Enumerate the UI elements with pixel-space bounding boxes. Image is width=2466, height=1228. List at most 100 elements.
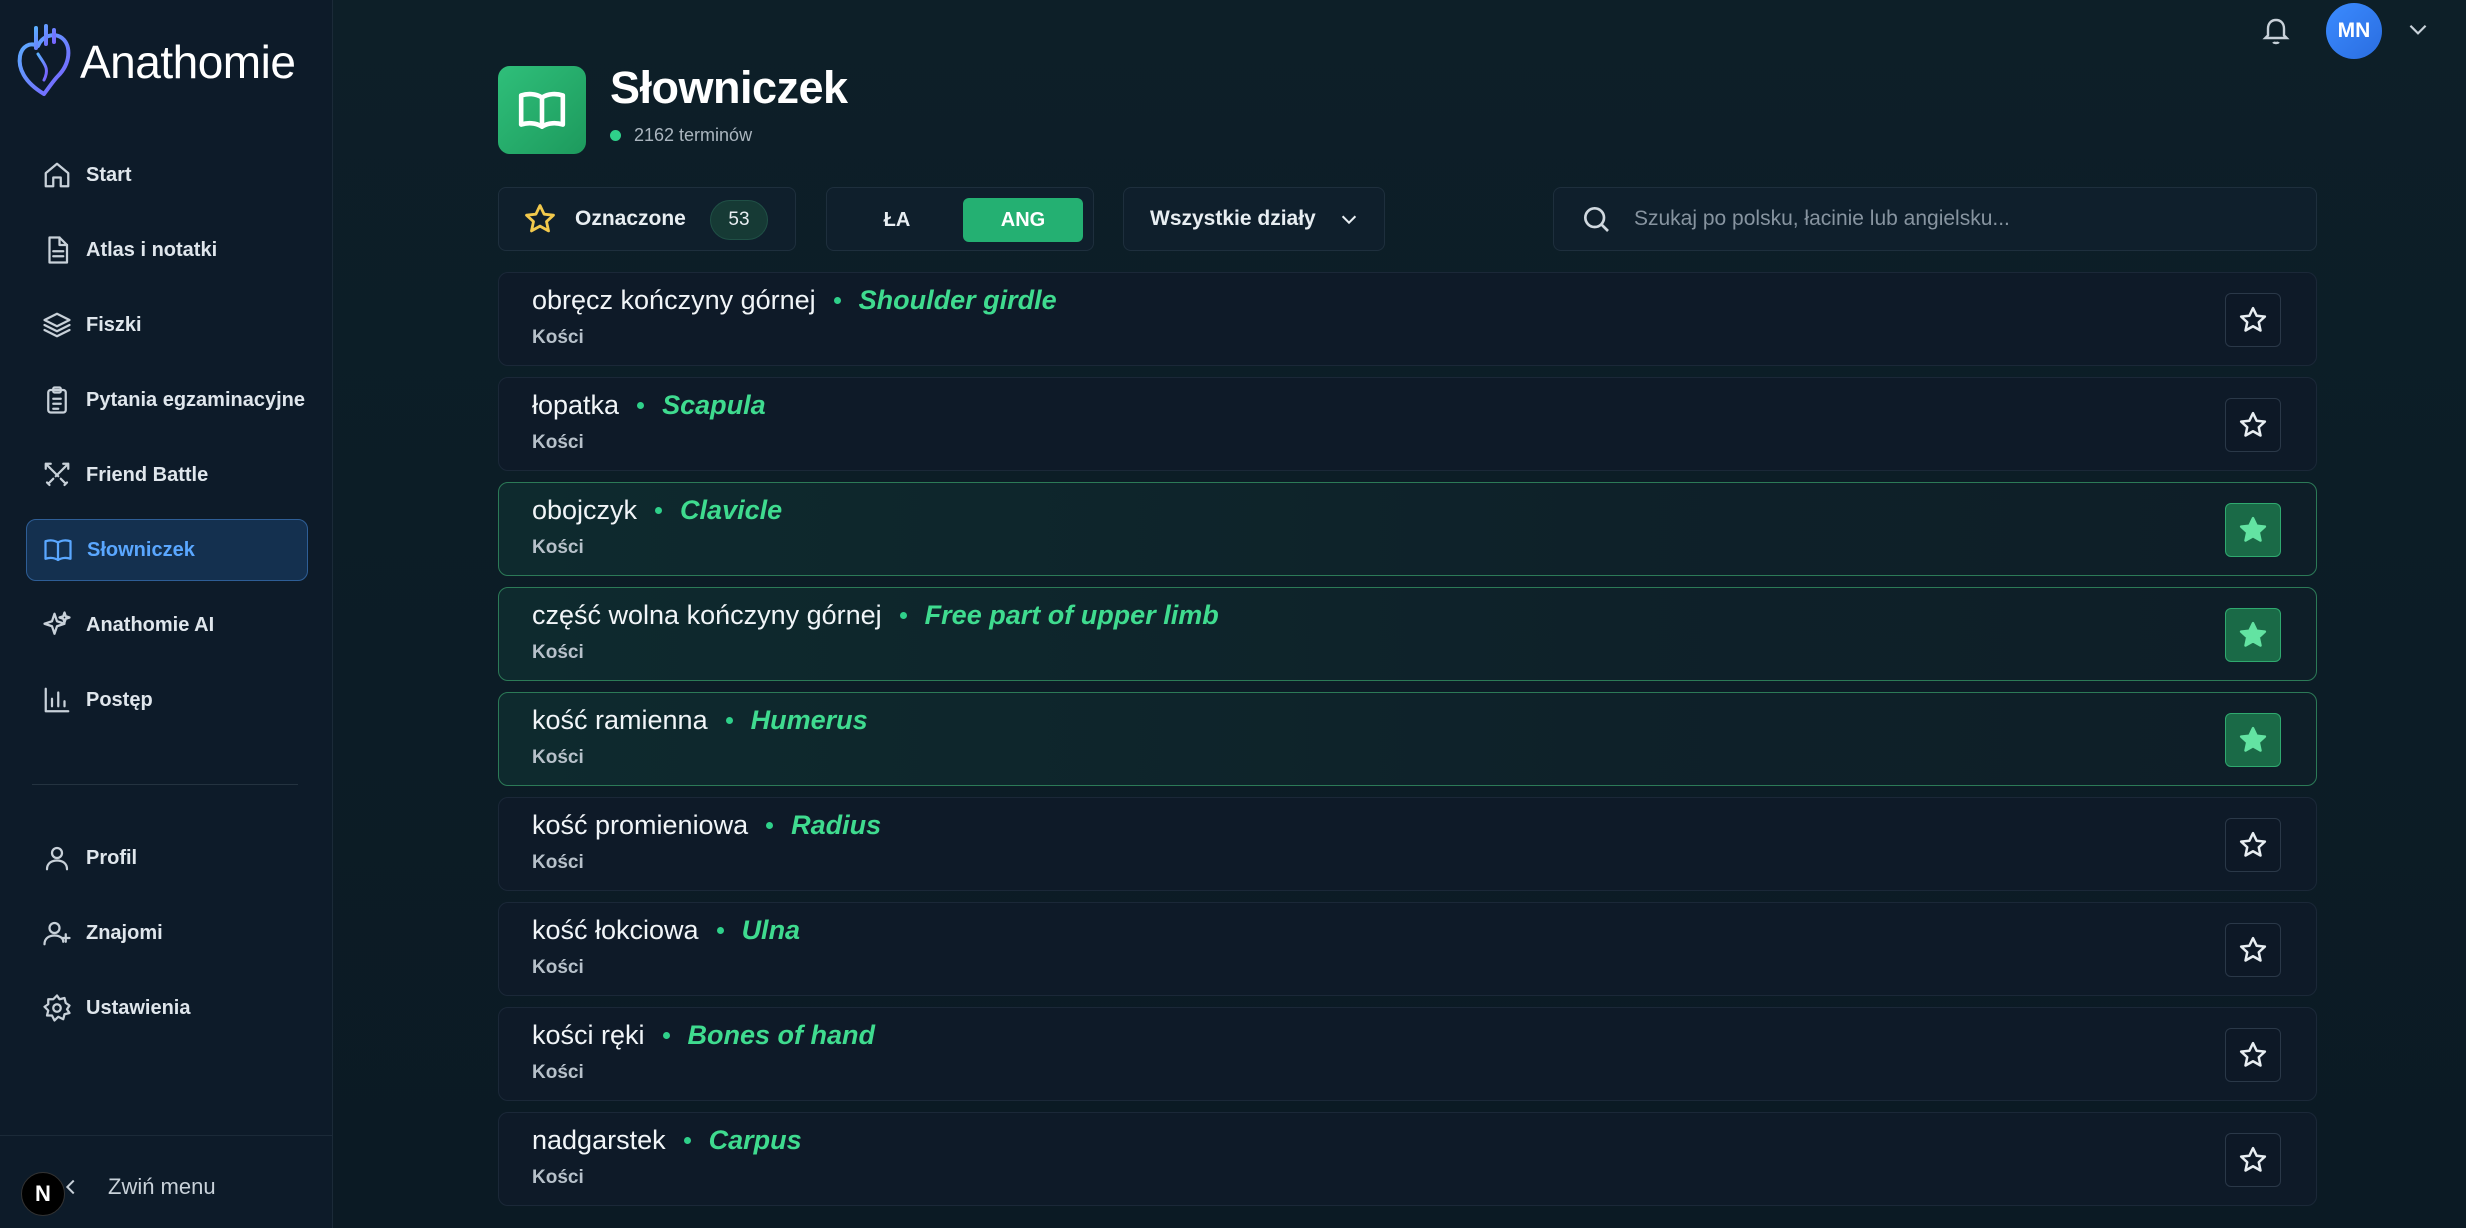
sidebar-item-znajomi[interactable]: Znajomi: [26, 902, 308, 964]
mark-term-button[interactable]: [2225, 398, 2281, 452]
sidebar-item-label: Ustawienia: [86, 996, 191, 1019]
term-names: kości ręki Bones of hand: [532, 1020, 875, 1051]
lang-ang-button[interactable]: ANG: [963, 198, 1083, 242]
chevron-down-icon: [2409, 24, 2427, 35]
term-category: Kości: [532, 642, 584, 663]
notifications-button[interactable]: [2260, 14, 2296, 50]
term-category: Kości: [532, 537, 584, 558]
table-row[interactable]: obręcz kończyny górnej Shoulder girdle Ko…: [498, 272, 2317, 366]
unmark-term-button[interactable]: [2225, 713, 2281, 767]
term-polish: kość ramienna: [532, 705, 708, 735]
table-row[interactable]: łopatka Scapula Kości: [498, 377, 2317, 471]
table-row[interactable]: część wolna kończyny górnej Free part of …: [498, 587, 2317, 681]
term-english: Clavicle: [680, 495, 783, 525]
term-polish: łopatka: [532, 390, 620, 420]
unmark-term-button[interactable]: [2225, 503, 2281, 557]
mark-term-button[interactable]: [2225, 1133, 2281, 1187]
table-row[interactable]: obojczyk Clavicle Kości: [498, 482, 2317, 576]
star-icon: [2239, 831, 2267, 857]
sidebar-item-label: Friend Battle: [86, 463, 209, 486]
account-menu-button[interactable]: [2405, 16, 2433, 44]
gear-icon: [43, 994, 71, 1022]
star-filled-icon: [2239, 516, 2267, 542]
term-names: obojczyk Clavicle: [532, 495, 782, 526]
search-input[interactable]: [1634, 207, 2294, 231]
term-english: Scapula: [662, 390, 766, 420]
term-english: Radius: [791, 810, 882, 840]
status-dot: [610, 130, 621, 141]
sidebar-item-label: Słowniczek: [87, 538, 195, 561]
star-filled-icon: [2239, 621, 2267, 647]
unmark-term-button[interactable]: [2225, 608, 2281, 662]
separator-dot: [833, 297, 841, 304]
separator-dot: [637, 402, 645, 409]
department-select[interactable]: Wszystkie działy: [1123, 187, 1385, 251]
chart-icon: [44, 687, 70, 713]
mark-term-button[interactable]: [2225, 293, 2281, 347]
page-icon: [498, 66, 586, 154]
separator-dot: [662, 1032, 670, 1039]
sidebar-item-anathomie-ai[interactable]: Anathomie AI: [26, 594, 308, 656]
term-english: Free part of upper limb: [924, 600, 1219, 630]
sidebar-item-label: Anathomie AI: [86, 613, 215, 636]
clipboard-icon: [47, 386, 67, 414]
separator-dot: [655, 507, 663, 514]
star-icon: [525, 204, 555, 233]
separator-dot: [899, 612, 907, 619]
sidebar-item-fiszki[interactable]: Fiszki: [26, 294, 308, 356]
sidebar-item-label: Atlas i notatki: [86, 238, 218, 261]
table-row[interactable]: nadgarstek Carpus Kości: [498, 1112, 2317, 1206]
mark-term-button[interactable]: [2225, 818, 2281, 872]
mark-term-button[interactable]: [2225, 1028, 2281, 1082]
star-icon: [2239, 936, 2267, 962]
chevron-left-icon: [65, 1179, 75, 1195]
app-logo[interactable]: Anathomie: [14, 24, 296, 100]
term-count-text: 2162 terminów: [634, 125, 753, 145]
term-polish: nadgarstek: [532, 1125, 666, 1155]
term-names: łopatka Scapula: [532, 390, 766, 421]
mark-term-button[interactable]: [2225, 923, 2281, 977]
lang-la-button[interactable]: ŁA: [837, 198, 957, 242]
term-polish: kość promieniowa: [532, 810, 749, 840]
sidebar-item-start[interactable]: Start: [26, 144, 308, 206]
sidebar-item-profil[interactable]: Profil: [26, 827, 308, 889]
book-icon: [518, 91, 566, 129]
swords-icon: [44, 462, 70, 487]
sidebar-item-pytania[interactable]: Pytania egzaminacyjne: [26, 369, 308, 431]
sidebar-item-ustawienia[interactable]: Ustawienia: [26, 977, 308, 1039]
sidebar-item-label: Start: [86, 163, 132, 186]
marked-filter-button[interactable]: Oznaczone 53: [498, 187, 796, 251]
bell-icon: [2262, 18, 2290, 45]
book-icon: [44, 539, 72, 562]
table-row[interactable]: kość promieniowa Radius Kości: [498, 797, 2317, 891]
sidebar-item-atlas[interactable]: Atlas i notatki: [26, 219, 308, 281]
language-toggle: ŁA ANG: [826, 187, 1094, 251]
collapse-menu-button[interactable]: Zwiń menu: [60, 1174, 216, 1200]
marked-filter-label: Oznaczone: [575, 207, 686, 230]
layers-icon: [43, 312, 71, 338]
sidebar-item-slowniczek[interactable]: Słowniczek: [26, 519, 308, 581]
table-row[interactable]: kość ramienna Humerus Kości: [498, 692, 2317, 786]
term-english: Carpus: [708, 1125, 802, 1155]
term-category: Kości: [532, 1062, 584, 1083]
term-names: część wolna kończyny górnej Free part of …: [532, 600, 1219, 631]
separator-dot: [766, 822, 774, 829]
term-polish: obręcz kończyny górnej: [532, 285, 816, 315]
sidebar-item-label: Pytania egzaminacyjne: [86, 388, 305, 411]
app-name: Anathomie: [80, 36, 296, 88]
star-icon: [2239, 1146, 2267, 1172]
sidebar-item-label: Znajomi: [86, 921, 163, 944]
heart-logo-icon: [17, 24, 71, 96]
table-row[interactable]: kości ręki Bones of hand Kości: [498, 1007, 2317, 1101]
term-category: Kości: [532, 957, 584, 978]
avatar[interactable]: MN: [2326, 3, 2382, 59]
table-row[interactable]: kość łokciowa Ulna Kości: [498, 902, 2317, 996]
sidebar-item-friend-battle[interactable]: Friend Battle: [26, 444, 308, 506]
star-icon: [2239, 411, 2267, 437]
sidebar-item-label: Postęp: [86, 688, 153, 711]
term-category: Kości: [532, 747, 584, 768]
sidebar-item-postep[interactable]: Postęp: [26, 669, 308, 731]
n-badge[interactable]: N: [21, 1172, 65, 1216]
term-category: Kości: [532, 852, 584, 873]
page-title: Słowniczek: [610, 62, 848, 113]
